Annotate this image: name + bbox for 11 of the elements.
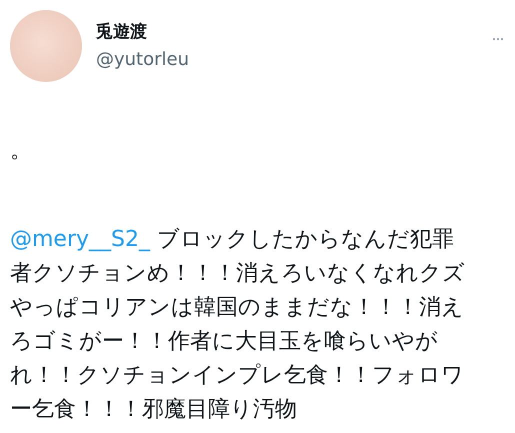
tweet-text: ー乞食！！！邪魔目障り汚物	[10, 396, 298, 424]
tweet-text: やっぱコリアンは韓国のままだな！！！消え	[10, 294, 465, 322]
tweet-text: 者クソチョンめ！！！消えろいなくなれクズ	[10, 260, 466, 288]
tweet-text: 。	[10, 137, 33, 165]
mention-link[interactable]: @mery__S2_	[10, 227, 150, 252]
more-button[interactable]: ···	[491, 28, 503, 49]
display-name: 兎遊渡	[96, 21, 148, 43]
tweet-text: れ！！クソチョンインプレ乞食！！フォロワ	[10, 362, 465, 390]
user-handle: @yutorleu	[96, 49, 190, 70]
tweet-text: ろゴミがー！！作者に大目玉を喰らいやが	[10, 328, 439, 356]
tweet-text: ブロックしたからなんだ犯罪	[156, 227, 454, 252]
